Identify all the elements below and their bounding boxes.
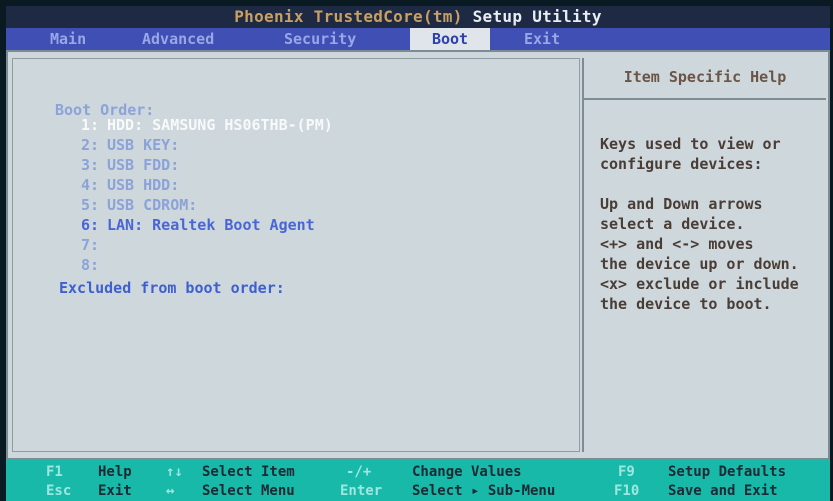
boot-entry-1[interactable]: 1: HDD: SAMSUNG HS06THB-(PM)	[67, 115, 333, 135]
excluded-label: Excluded from boot order:	[59, 279, 285, 297]
title-utility: Setup Utility	[472, 7, 602, 26]
left-right-key[interactable]: ↔	[166, 482, 174, 500]
boot-entry-5[interactable]: 5: USB CDROM:	[67, 195, 197, 215]
plus-minus-key[interactable]: -/+	[346, 463, 371, 481]
boot-entry-7[interactable]: 7:	[67, 235, 107, 255]
title-product: Phoenix TrustedCore(tm)	[234, 7, 463, 26]
help-title: Item Specific Help	[584, 58, 826, 100]
boot-entry-2[interactable]: 2: USB KEY:	[67, 135, 179, 155]
exit-label: Exit	[98, 483, 132, 499]
menu-bar: Main Advanced Security Boot Exit	[6, 28, 830, 50]
help-line: <+> and <-> moves	[600, 235, 754, 253]
up-down-key[interactable]: ↑↓	[166, 463, 183, 481]
boot-entry-3[interactable]: 3: USB FDD:	[67, 155, 179, 175]
f1-key[interactable]: F1	[46, 463, 63, 481]
help-line: configure devices:	[600, 155, 763, 173]
key-legend-footer: F1 Help ↑↓ Select Item -/+ Change Values…	[6, 460, 830, 501]
enter-key[interactable]: Enter	[340, 482, 382, 500]
f9-key[interactable]: F9	[618, 463, 635, 481]
boot-order-pane: Boot Order: 1: HDD: SAMSUNG HS06THB-(PM) …	[12, 58, 580, 452]
title-bar: Phoenix TrustedCore(tm) Setup Utility	[6, 6, 830, 28]
sub-menu-label: Select ▸ Sub-Menu	[412, 483, 556, 499]
help-line: select a device.	[600, 215, 745, 233]
help-pane: Item Specific Help Keys used to view or …	[582, 58, 826, 452]
select-item-label: Select Item	[202, 464, 295, 480]
change-values-label: Change Values	[412, 464, 522, 480]
boot-entry-4[interactable]: 4: USB HDD:	[67, 175, 179, 195]
help-line: Up and Down arrows	[600, 195, 763, 213]
boot-entry-8[interactable]: 8:	[67, 255, 107, 275]
boot-entry-6[interactable]: 6: LAN: Realtek Boot Agent	[67, 215, 315, 235]
menu-security[interactable]: Security	[274, 28, 366, 50]
help-line: the device to boot.	[600, 295, 772, 313]
bios-screen: Phoenix TrustedCore(tm) Setup Utility Ma…	[0, 0, 833, 501]
menu-exit[interactable]: Exit	[514, 28, 570, 50]
main-panel: Boot Order: 1: HDD: SAMSUNG HS06THB-(PM) …	[6, 50, 830, 460]
help-line: Keys used to view or	[600, 135, 781, 153]
f10-key[interactable]: F10	[614, 482, 639, 500]
f1-label: Help	[98, 464, 132, 480]
setup-defaults-label: Setup Defaults	[668, 464, 787, 480]
menu-boot[interactable]: Boot	[410, 28, 490, 50]
save-exit-label: Save and Exit	[668, 483, 778, 499]
menu-main[interactable]: Main	[40, 28, 96, 50]
menu-advanced[interactable]: Advanced	[132, 28, 224, 50]
help-line: the device up or down.	[600, 255, 799, 273]
esc-key[interactable]: Esc	[46, 482, 71, 500]
select-menu-label: Select Menu	[202, 483, 295, 499]
help-line: <x> exclude or include	[600, 275, 799, 293]
